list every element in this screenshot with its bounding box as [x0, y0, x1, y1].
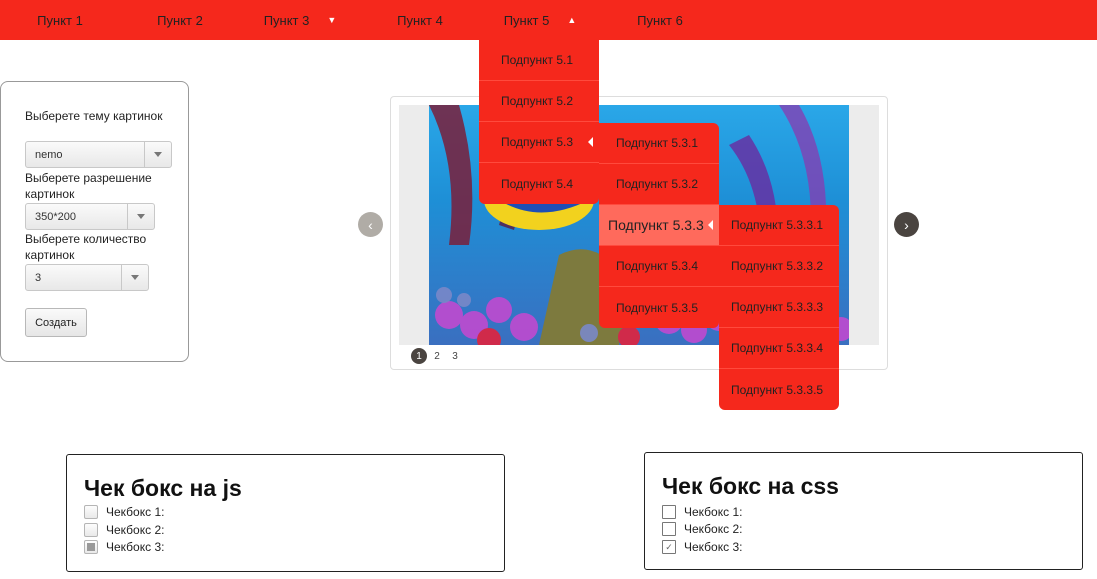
carousel-page-2[interactable]: 2: [429, 348, 445, 364]
submenu-item-label: Подпункт 5.3.3.3: [731, 300, 824, 314]
top-menu-bar: Пункт 1 Пункт 2 Пункт 3 ▼ Пункт 4 Пункт 5…: [0, 0, 1097, 40]
submenu-item-label: Подпункт 5.4: [501, 176, 574, 191]
menu-item-2[interactable]: Пункт 2: [120, 0, 240, 40]
submenu-item-label: Подпункт 5.3.1: [616, 136, 699, 150]
chevron-down-icon: [127, 204, 154, 229]
submenu-item-5-3-2[interactable]: Подпункт 5.3.2: [599, 164, 719, 205]
carousel-prev-button[interactable]: ‹: [358, 212, 383, 237]
checkbox-css-panel: Чек бокс на css Чекбокс 1: Чекбокс 2: ✓ …: [644, 452, 1083, 570]
checkbox-3[interactable]: ✓: [662, 540, 676, 554]
carousel-page-1[interactable]: 1: [411, 348, 427, 364]
submenu-item-label: Подпункт 5.1: [501, 53, 574, 67]
submenu-item-label: Подпункт 5.3.3: [608, 217, 704, 233]
submenu-item-5-3-3[interactable]: Подпункт 5.3.3: [599, 205, 719, 246]
chevron-down-icon: [121, 265, 148, 290]
menu-item-6[interactable]: Пункт 6: [600, 0, 720, 40]
checkbox-row[interactable]: Чекбокс 1:: [662, 504, 742, 520]
checkbox-label: Чекбокс 1:: [684, 505, 743, 519]
submenu-5: Подпункт 5.1 Подпункт 5.2 Подпункт 5.3 П…: [479, 40, 599, 204]
create-button[interactable]: Создать: [25, 308, 87, 337]
submenu-item-label: Подпункт 5.3.2: [616, 177, 699, 191]
checkbox-js-panel: Чек бокс на js Чекбокс 1: Чекбокс 2: Чек…: [66, 454, 505, 572]
checkbox-3[interactable]: [84, 540, 98, 554]
checkbox-1[interactable]: [662, 505, 676, 519]
checkbox-row[interactable]: Чекбокс 1:: [84, 504, 164, 520]
menu-item-label: Пункт 5: [503, 12, 550, 28]
caret-up-icon: ▲: [567, 15, 577, 25]
menu-item-label: Пункт 1: [37, 12, 83, 28]
checkbox-1[interactable]: [84, 505, 98, 519]
theme-select-value: nemo: [35, 148, 63, 161]
caret-left-icon: [588, 137, 593, 147]
submenu-item-5-3-3-4[interactable]: Подпункт 5.3.3.4: [719, 328, 839, 369]
checkbox-js-title: Чек бокс на js: [84, 475, 242, 501]
submenu-item-5-3-1[interactable]: Подпункт 5.3.1: [599, 123, 719, 164]
checkbox-label: Чекбокс 2:: [106, 523, 165, 537]
chevron-down-icon: [144, 142, 171, 167]
submenu-item-5-3-3-5[interactable]: Подпункт 5.3.3.5: [719, 369, 839, 410]
submenu-item-5-3-5[interactable]: Подпункт 5.3.5: [599, 287, 719, 328]
menu-item-label: Пункт 2: [157, 12, 203, 28]
checkbox-row[interactable]: Чекбокс 3:: [84, 539, 164, 555]
menu-item-5[interactable]: Пункт 5 ▲: [480, 0, 600, 40]
count-select[interactable]: 3: [25, 264, 149, 291]
checkbox-2[interactable]: [662, 522, 676, 536]
checkbox-label: Чекбокс 1:: [106, 505, 165, 519]
menu-item-4[interactable]: Пункт 4: [360, 0, 480, 40]
submenu-item-5-4[interactable]: Подпункт 5.4: [479, 163, 599, 204]
carousel-next-button[interactable]: ›: [894, 212, 919, 237]
resolution-select-value: 350*200: [35, 210, 76, 223]
submenu-item-label: Подпункт 5.2: [501, 94, 574, 108]
count-select-value: 3: [35, 271, 42, 284]
resolution-label: Выберете разрешение картинок: [25, 171, 152, 201]
checkbox-row[interactable]: ✓ Чекбокс 3:: [662, 539, 742, 555]
menu-item-1[interactable]: Пункт 1: [0, 0, 120, 40]
submenu-item-label: Подпункт 5.3.3.2: [731, 259, 824, 273]
menu-item-label: Пункт 6: [637, 12, 683, 28]
checkbox-row[interactable]: Чекбокс 2:: [84, 522, 164, 538]
submenu-item-label: Подпункт 5.3.5: [616, 300, 699, 315]
checkbox-label: Чекбокс 3:: [106, 540, 165, 554]
caret-left-icon: [708, 220, 713, 230]
theme-label: Выберете тему картинок: [25, 109, 163, 123]
image-settings-panel: Выберете тему картинок nemo Выберете раз…: [0, 81, 189, 362]
theme-select[interactable]: nemo: [25, 141, 172, 168]
caret-down-icon: ▼: [327, 15, 337, 25]
submenu-item-5-3[interactable]: Подпункт 5.3: [479, 122, 599, 163]
menu-item-3[interactable]: Пункт 3 ▼: [240, 0, 360, 40]
submenu-item-label: Подпункт 5.3.4: [616, 259, 699, 273]
submenu-5-3: Подпункт 5.3.1 Подпункт 5.3.2 Подпункт 5…: [599, 123, 719, 328]
carousel-pagination: 1 2 3: [411, 348, 465, 364]
submenu-item-5-3-3-2[interactable]: Подпункт 5.3.3.2: [719, 246, 839, 287]
menu-item-label: Пункт 4: [397, 12, 443, 28]
checkbox-label: Чекбокс 2:: [684, 522, 743, 536]
submenu-item-5-2[interactable]: Подпункт 5.2: [479, 81, 599, 122]
submenu-item-label: Подпункт 5.3.3.5: [731, 382, 824, 397]
checkbox-css-title: Чек бокс на css: [662, 473, 839, 499]
submenu-item-label: Подпункт 5.3.3.4: [731, 341, 824, 355]
checkbox-row[interactable]: Чекбокс 2:: [662, 521, 742, 537]
submenu-item-5-1[interactable]: Подпункт 5.1: [479, 40, 599, 81]
resolution-select[interactable]: 350*200: [25, 203, 155, 230]
submenu-item-label: Подпункт 5.3.3.1: [731, 218, 824, 232]
submenu-5-3-3: Подпункт 5.3.3.1 Подпункт 5.3.3.2 Подпун…: [719, 205, 839, 410]
count-label: Выберете количество картинок: [25, 232, 147, 262]
menu-item-label: Пункт 3: [263, 12, 310, 28]
carousel-page-3[interactable]: 3: [447, 348, 463, 364]
checkbox-label: Чекбокс 3:: [684, 540, 743, 554]
submenu-item-5-3-4[interactable]: Подпункт 5.3.4: [599, 246, 719, 287]
submenu-item-5-3-3-1[interactable]: Подпункт 5.3.3.1: [719, 205, 839, 246]
submenu-item-label: Подпункт 5.3: [501, 135, 574, 149]
checkbox-2[interactable]: [84, 523, 98, 537]
submenu-item-5-3-3-3[interactable]: Подпункт 5.3.3.3: [719, 287, 839, 328]
